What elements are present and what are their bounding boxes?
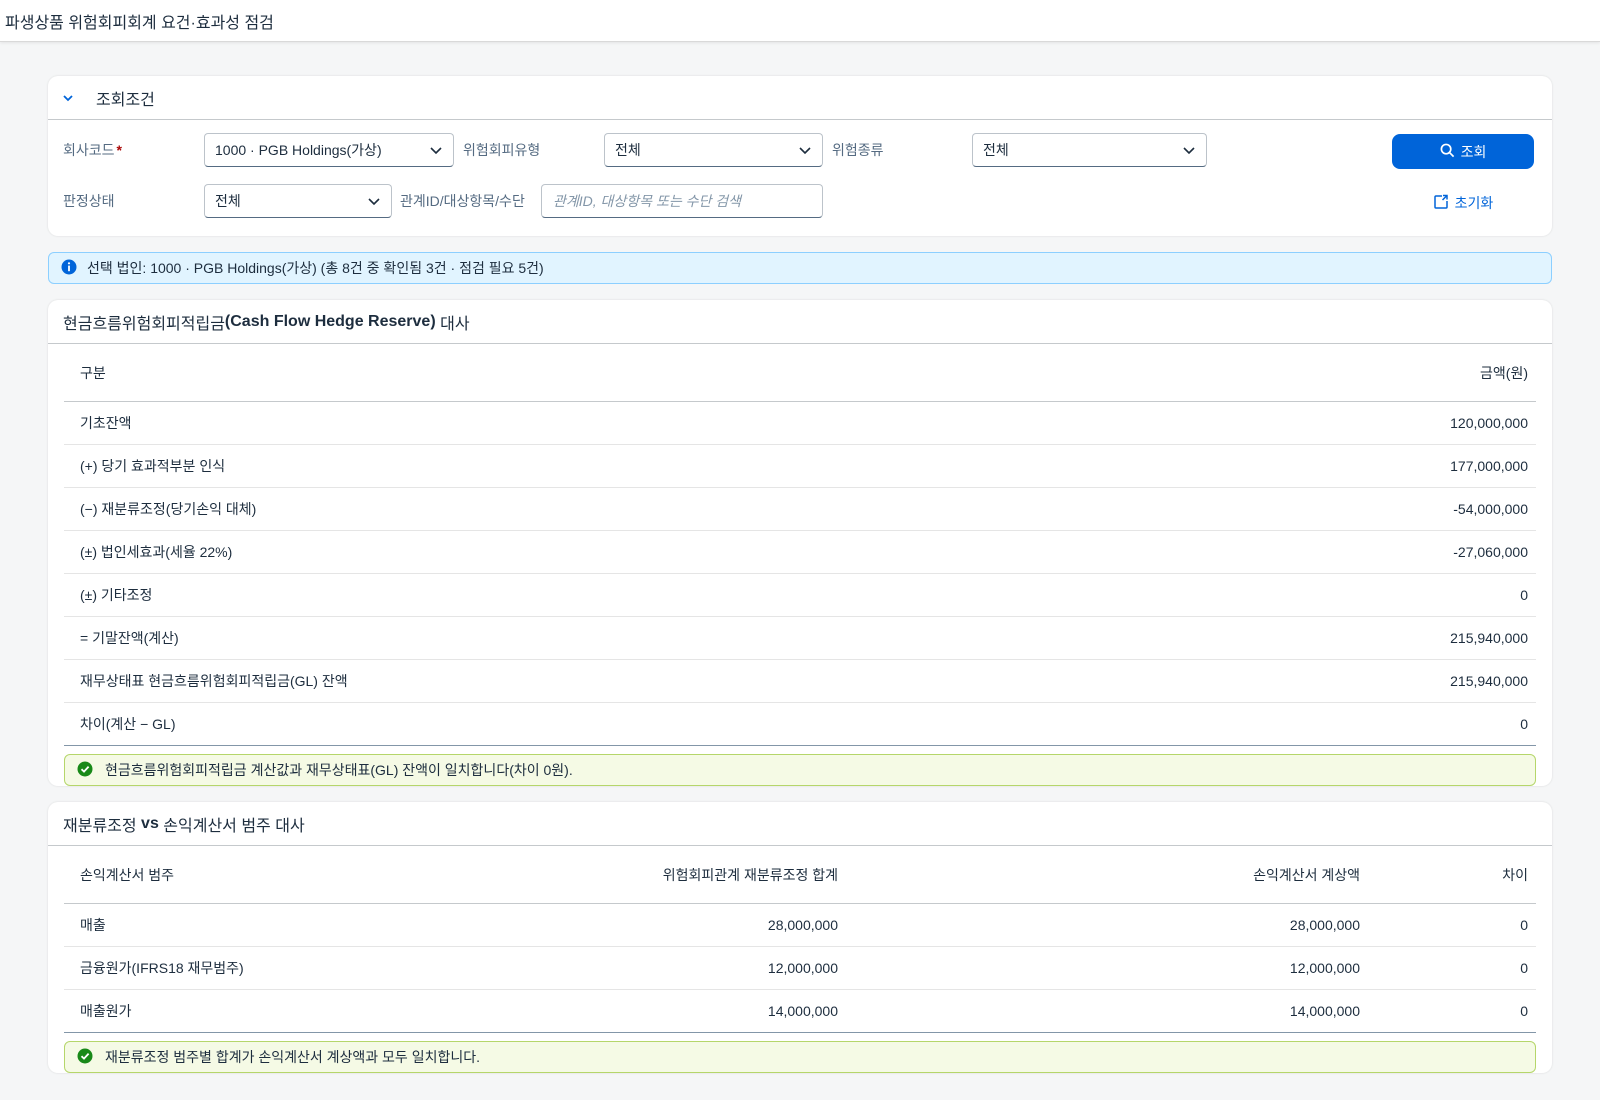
status-value: 전체 — [215, 193, 241, 209]
col-header-diff: 차이 — [1502, 866, 1528, 883]
info-icon — [61, 259, 77, 278]
col-header-category: 손익계산서 범주 — [80, 866, 175, 883]
reclass-success-text: 재분류조정 범주별 합계가 손익계산서 계상액과 모두 일치합니다. — [105, 1049, 480, 1065]
reclass-success-message: 재분류조정 범주별 합계가 손익계산서 계상액과 모두 일치합니다. — [64, 1041, 1536, 1073]
table-row: (+) 당기 효과적부분 인식 177,000,000 — [64, 445, 1536, 488]
cfhr-card-title: 현금흐름위험회피적립금 (Cash Flow Hedge Reserve) 대사 — [48, 300, 1552, 344]
relation-search-placeholder: 관계ID, 대상항목 또는 수단 검색 — [553, 193, 742, 209]
chevron-down-icon — [367, 194, 381, 211]
hedge-type-select[interactable]: 전체 — [604, 133, 823, 167]
status-label: 판정상태 — [63, 193, 115, 209]
col-header-pl-amount: 손익계산서 계상액 — [1253, 866, 1360, 883]
chevron-down-icon — [1182, 143, 1196, 160]
main-content: 조회조건 회사코드 * 1000 · PGB Holdings(가상) 위험회피유… — [48, 76, 1552, 1083]
col-header-amount: 금액(원) — [1480, 364, 1528, 381]
filter-panel: 조회조건 회사코드 * 1000 · PGB Holdings(가상) 위험회피유… — [48, 76, 1552, 236]
reclass-card-title: 재분류조정 vs 손익계산서 범주 대사 — [48, 802, 1552, 846]
risk-type-select[interactable]: 전체 — [972, 133, 1207, 167]
cfhr-reconciliation-card: 현금흐름위험회피적립금 (Cash Flow Hedge Reserve) 대사 … — [48, 300, 1552, 786]
table-row: 매출 28,000,000 28,000,000 0 — [64, 904, 1536, 947]
success-check-icon — [77, 761, 93, 780]
info-message-strip: 선택 법인: 1000 · PGB Holdings(가상) (총 8건 중 확… — [48, 252, 1552, 284]
search-icon — [1440, 143, 1455, 161]
hedge-type-label: 위험회피유형 — [463, 142, 541, 158]
table-row: 재무상태표 현금흐름위험회피적립금(GL) 잔액 215,940,000 — [64, 660, 1536, 703]
table-row: (−) 재분류조정(당기손익 대체) -54,000,000 — [64, 488, 1536, 531]
info-message-text: 선택 법인: 1000 · PGB Holdings(가상) (총 8건 중 확… — [87, 260, 544, 276]
status-select[interactable]: 전체 — [204, 184, 392, 218]
relation-search-input[interactable]: 관계ID, 대상항목 또는 수단 검색 — [541, 184, 823, 218]
col-header-hedge-total: 위험회피관계 재분류조정 합계 — [662, 866, 838, 883]
risk-type-value: 전체 — [983, 142, 1009, 158]
reset-button-label: 초기화 — [1454, 195, 1494, 211]
reclass-table: 손익계산서 범주 위험회피관계 재분류조정 합계 손익계산서 계상액 차이 매출… — [64, 846, 1536, 1033]
hedge-type-value: 전체 — [615, 142, 641, 158]
table-row: 금융원가(IFRS18 재무범주) 12,000,000 12,000,000 … — [64, 947, 1536, 990]
company-code-select[interactable]: 1000 · PGB Holdings(가상) — [204, 133, 454, 167]
risk-type-label: 위험종류 — [832, 142, 884, 158]
table-row: 매출원가 14,000,000 14,000,000 0 — [64, 990, 1536, 1033]
cfhr-success-text: 현금흐름위험회피적립금 계산값과 재무상태표(GL) 잔액이 일치합니다(차이 … — [105, 762, 573, 778]
table-row: 기초잔액 120,000,000 — [64, 402, 1536, 445]
col-header-item: 구분 — [80, 364, 106, 381]
shell-bar: 파생상품 위험회피회계 요건·효과성 점검 — [0, 0, 1600, 42]
table-row: 차이(계산 − GL) 0 — [64, 703, 1536, 746]
reset-icon — [1433, 194, 1449, 213]
relation-search-label: 관계ID/대상항목/수단 — [400, 193, 525, 209]
required-mark: * — [116, 142, 122, 158]
cfhr-success-message: 현금흐름위험회피적립금 계산값과 재무상태표(GL) 잔액이 일치합니다(차이 … — [64, 754, 1536, 786]
company-code-value: 1000 · PGB Holdings(가상) — [215, 142, 382, 158]
search-button[interactable]: 조회 — [1392, 134, 1534, 169]
reset-button[interactable]: 초기화 — [1392, 188, 1534, 218]
table-header-row: 손익계산서 범주 위험회피관계 재분류조정 합계 손익계산서 계상액 차이 — [64, 846, 1536, 904]
table-header-row: 구분 금액(원) — [64, 344, 1536, 402]
app-title: 파생상품 위험회피회계 요건·효과성 점검 — [5, 14, 274, 32]
chevron-down-icon[interactable] — [48, 91, 88, 105]
chevron-down-icon — [429, 143, 443, 160]
success-check-icon — [77, 1048, 93, 1067]
company-code-label: 회사코드 * — [63, 142, 122, 158]
filter-panel-header[interactable]: 조회조건 — [48, 76, 1552, 120]
table-row: (±) 법인세효과(세율 22%) -27,060,000 — [64, 531, 1536, 574]
filter-title: 조회조건 — [96, 91, 155, 109]
reclass-reconciliation-card: 재분류조정 vs 손익계산서 범주 대사 손익계산서 범주 위험회피관계 재분류… — [48, 802, 1552, 1073]
cfhr-table: 구분 금액(원) 기초잔액 120,000,000 (+) 당기 효과적부분 인식… — [64, 344, 1536, 746]
search-button-label: 조회 — [1460, 143, 1487, 160]
table-row: (±) 기타조정 0 — [64, 574, 1536, 617]
chevron-down-icon — [798, 143, 812, 160]
table-row: = 기말잔액(계산) 215,940,000 — [64, 617, 1536, 660]
